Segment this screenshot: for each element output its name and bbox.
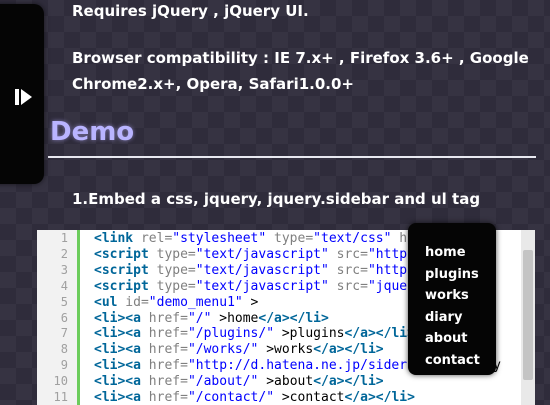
code-token: >home (211, 310, 259, 326)
code-token: <script (94, 246, 149, 262)
code-line: <li><a href="/works/" >works</a></li> (94, 342, 384, 357)
code-token: > (242, 294, 259, 310)
compatibility-text: Browser compatibility : IE 7.x+ , Firefo… (72, 49, 529, 93)
code-token: "/contact/" (187, 390, 275, 405)
code-token: <link (94, 231, 134, 246)
code-token: src= (328, 262, 368, 278)
code-token: "text/javascript" (195, 246, 329, 262)
expand-arrow-icon (15, 89, 32, 105)
code-token: href= (140, 374, 188, 390)
menu-item-contact[interactable]: contact (425, 353, 480, 368)
code-token: <li><a (94, 390, 141, 405)
line-number: 6 (60, 310, 68, 325)
demo-sidebar-menu: home plugins works diary about contact (408, 223, 496, 375)
code-token: <script (94, 278, 149, 294)
code-token: <li><a (94, 310, 141, 326)
code-token: href= (140, 390, 188, 405)
code-token: </a></li> (344, 326, 415, 342)
line-number: 4 (60, 278, 68, 293)
menu-item-home[interactable]: home (425, 245, 466, 260)
scrollbar-thumb[interactable] (523, 250, 533, 380)
code-token: >contact (274, 390, 345, 405)
requirements-text: Requires jQuery , jQuery UI. (72, 2, 309, 20)
code-token: <li><a (94, 342, 141, 358)
code-token: "/plugins/" (187, 326, 275, 342)
code-token: src= (328, 278, 368, 294)
code-token: type= (266, 231, 314, 246)
line-number: 2 (60, 246, 68, 261)
code-token: </a></li> (313, 374, 384, 390)
code-token: "stylesheet" (172, 231, 267, 246)
sidebar-handle[interactable] (0, 4, 44, 184)
code-token: "/about/" (187, 374, 259, 390)
line-number-gutter: 1 2 3 4 5 6 7 8 9 10 11 (37, 230, 80, 405)
code-line: <script type="text/javascript" src="http… (94, 247, 462, 262)
code-token: <li><a (94, 358, 141, 374)
code-token: type= (148, 246, 196, 262)
line-number: 7 (60, 326, 68, 341)
code-token: "demo_menu1" (148, 294, 243, 310)
code-token: <ul (94, 294, 118, 310)
code-token: </a></li> (313, 342, 384, 358)
line-number: 11 (53, 390, 68, 404)
step-1-text: 1.Embed a css, jquery, jquery.sidebar an… (72, 190, 481, 208)
menu-item-about[interactable]: about (425, 331, 467, 346)
code-line: <li><a href="/plugins/" >plugins</a></li… (94, 326, 415, 341)
line-number: 3 (60, 262, 68, 277)
code-token: "text/javascript" (195, 278, 329, 294)
code-token: "/works/" (187, 342, 259, 358)
code-line: <li><a href="/about/" >about</a></li> (94, 374, 384, 389)
code-token: "/" (187, 310, 212, 326)
code-token: href= (140, 310, 188, 326)
code-token: type= (148, 278, 196, 294)
line-number: 5 (60, 294, 68, 309)
menu-item-diary[interactable]: diary (425, 310, 462, 325)
code-token: href= (140, 326, 188, 342)
code-token: type= (148, 262, 196, 278)
menu-item-plugins[interactable]: plugins (425, 267, 479, 282)
code-line: <li><a href="/" >home</a></li> (94, 311, 329, 326)
menu-item-works[interactable]: works (425, 288, 469, 303)
line-number: 8 (60, 342, 68, 357)
code-token: </a></li> (344, 390, 415, 405)
code-token: >works (258, 342, 314, 358)
demo-heading: Demo (50, 117, 135, 147)
line-number: 1 (60, 231, 68, 245)
code-token: rel= (133, 231, 173, 246)
code-token: >about (258, 374, 314, 390)
code-scrollbar[interactable] (521, 230, 535, 405)
code-token: <li><a (94, 326, 141, 342)
code-line: <li><a href="/contact/" >contact</a></li… (94, 390, 415, 405)
code-token: "text/css" (313, 231, 392, 246)
code-token: <script (94, 262, 149, 278)
code-line: <ul id="demo_menu1" > (94, 295, 258, 310)
line-number: 10 (53, 374, 68, 389)
code-token: </a></li> (258, 310, 329, 326)
code-token: src= (328, 246, 368, 262)
heading-divider (48, 156, 536, 158)
line-number: 9 (60, 358, 68, 373)
code-token: id= (117, 294, 149, 310)
code-token: <li><a (94, 374, 141, 390)
code-token: href= (140, 342, 188, 358)
code-token: "text/javascript" (195, 262, 329, 278)
code-line: <link rel="stylesheet" type="text/css" h… (94, 231, 454, 246)
code-line: <script type="text/javascript" src="http… (94, 263, 462, 278)
code-token: >plugins (274, 326, 345, 342)
code-token: href= (140, 358, 188, 374)
